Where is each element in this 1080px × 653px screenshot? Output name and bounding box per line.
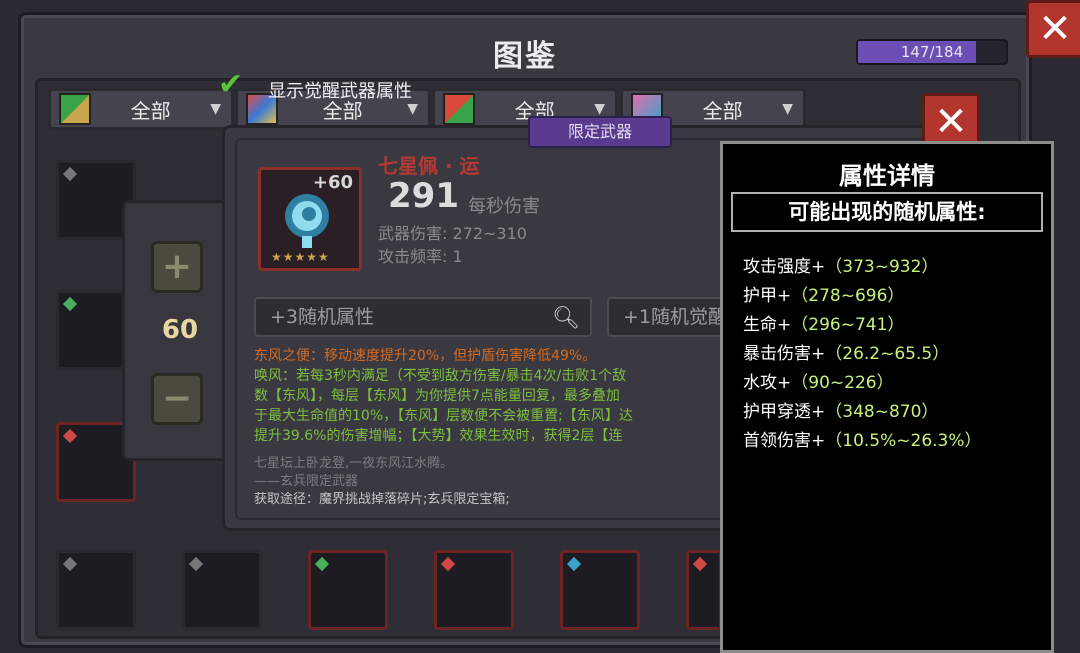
checkmark-icon: ✔ [218, 67, 244, 102]
attribute-range: （10.5%~26.3%） [825, 431, 982, 451]
acquisition-source: 获取途径：魔界挑战掉落碎片;玄兵限定宝箱; [254, 492, 510, 507]
close-icon: ✕ [934, 99, 968, 145]
attribute-range: （296~741） [791, 315, 905, 335]
random-attributes-label: +3随机属性 [270, 306, 375, 328]
desc-line: 东风之便：移动速度提升20%，但护盾伤害降低49%。 [254, 348, 597, 364]
close-icon: ✕ [1038, 6, 1072, 52]
attribute-range: （348~870） [825, 402, 939, 422]
weapon-description: 东风之便：移动速度提升20%，但护盾伤害降低49%。 唤风：若每3秒内满足（不受… [254, 346, 720, 446]
magnifier-icon: 🔍︎ [552, 306, 580, 331]
decrease-button[interactable]: − [151, 373, 203, 425]
chevron-down-icon: ▼ [782, 101, 793, 117]
collection-progress-bar: 147/184 [856, 39, 1008, 65]
weapon-slot[interactable] [560, 550, 640, 630]
grid-icon [59, 93, 91, 125]
window-close-button[interactable]: ✕ [1026, 0, 1080, 58]
dps-label: 每秒伤害 [468, 196, 540, 217]
weapon-slot[interactable] [56, 550, 136, 630]
attribute-range: （90~226） [791, 373, 894, 393]
awaken-attributes-checkbox[interactable]: ✔ 显示觉醒武器属性 [218, 67, 438, 103]
weapon-slot[interactable] [182, 550, 262, 630]
random-attributes-button[interactable]: +3随机属性 🔍︎ [254, 297, 592, 337]
dragon-pendant-icon [285, 194, 329, 248]
level-stepper: + 60 − [122, 200, 238, 461]
chevron-down-icon: ▼ [594, 101, 605, 117]
minus-icon: − [161, 378, 193, 419]
attribute-range: （373~932） [825, 257, 939, 277]
filter-dropdown-quality[interactable]: 全部 ▼ [48, 88, 234, 130]
attribute-name: 护甲穿透+ [743, 402, 826, 422]
desc-line: 提升39.6%的伤害增幅；【大势】效果生效时，获得2层【连 [254, 428, 623, 444]
star-rating: ★★★★★ [271, 250, 330, 264]
attribute-line: 攻击强度+（373~932） [743, 252, 938, 277]
attribute-line: 护甲穿透+（348~870） [743, 397, 938, 422]
weapon-name: 七星佩 · 运 [378, 154, 480, 178]
weapon-slot[interactable] [686, 550, 722, 630]
popup-subtitle: 可能出现的随机属性: [731, 192, 1043, 232]
attribute-range: （26.2~65.5） [825, 344, 950, 364]
desc-line: 数【东风】，每层【东风】为你提供7点能量回复，最多叠加 [254, 388, 620, 404]
attribute-line: 护甲+（278~696） [743, 281, 904, 306]
weapon-attack-frequency: 攻击频率: 1 [378, 247, 463, 266]
level-value: 60 [161, 315, 199, 345]
weapon-level: +60 [312, 172, 353, 193]
attribute-line: 生命+（296~741） [743, 310, 904, 335]
weapon-slot[interactable] [308, 550, 388, 630]
awaken-attributes-label: +1随机觉醒 [623, 306, 725, 328]
plus-icon: + [161, 246, 193, 287]
filter-label: 全部 [130, 98, 171, 123]
desc-line: 于最大生命值的10%，【东风】层数便不会被重置;【东风】达 [254, 408, 633, 424]
awaken-attributes-button[interactable]: +1随机觉醒 [607, 297, 725, 337]
popup-title: 属性详情 [839, 162, 935, 190]
attribute-range: （278~696） [791, 286, 905, 306]
desc-line: 唤风：若每3秒内满足（不受到敌方伤害/暴击4次/击败1个敌 [254, 368, 627, 384]
weapon-dps: 291 [388, 176, 459, 216]
attribute-name: 护甲+ [743, 286, 792, 306]
weapon-icon: +60 ★★★★★ [258, 167, 362, 271]
flavor-text: 七星坛上卧龙登,一夜东风江水腾。 [254, 456, 454, 471]
attribute-name: 水攻+ [743, 373, 792, 393]
attribute-name: 首领伤害+ [743, 431, 826, 451]
element-icon [443, 93, 475, 125]
attribute-name: 暴击伤害+ [743, 344, 826, 364]
checkbox-label: 显示觉醒武器属性 [268, 81, 412, 102]
attribute-name: 生命+ [743, 315, 792, 335]
attribute-line: 水攻+（90~226） [743, 368, 894, 393]
chevron-down-icon: ▼ [210, 101, 221, 117]
limited-weapon-tab: 限定武器 [528, 116, 672, 148]
chevron-down-icon: ▼ [407, 101, 418, 117]
weapon-damage: 武器伤害: 272~310 [378, 224, 527, 243]
attribute-line: 暴击伤害+（26.2~65.5） [743, 339, 949, 364]
weapon-slot[interactable] [434, 550, 514, 630]
flavor-text-signature: ——玄兵限定武器 [254, 474, 359, 489]
attribute-name: 攻击强度+ [743, 257, 826, 277]
attribute-line: 首领伤害+（10.5%~26.3%） [743, 426, 982, 451]
filter-label: 全部 [702, 98, 743, 123]
progress-text: 147/184 [900, 43, 964, 61]
increase-button[interactable]: + [151, 241, 203, 293]
attribute-detail-popup: 属性详情 可能出现的随机属性: 攻击强度+（373~932） 护甲+（278~6… [720, 141, 1054, 653]
